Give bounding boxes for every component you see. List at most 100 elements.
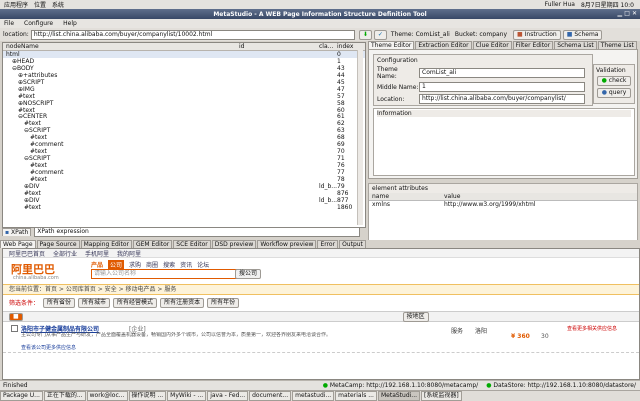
system-menu-places[interactable]: 位置: [34, 0, 46, 9]
toplink-all[interactable]: 全部行业: [53, 249, 77, 258]
tree-row[interactable]: ⊕NOSCRIPT 58: [3, 100, 365, 107]
tree-row[interactable]: #comment 77: [3, 169, 365, 176]
tab-clue-editor[interactable]: Clue Editor: [472, 41, 512, 49]
tree-row[interactable]: ⊕SCRIPT 45: [3, 79, 365, 86]
tree-row[interactable]: ⊕IMG 47: [3, 86, 365, 93]
company-result-item[interactable]: 洛阳市子健金属制品有限公司 [企业] 主公司专门从事产品生产与研发，产品全面覆盖…: [3, 322, 639, 353]
search-tab-forum[interactable]: 论坛: [197, 260, 209, 269]
tree-row[interactable]: ⊖CENTER 61: [3, 113, 365, 120]
site-search-button[interactable]: 搜公司: [235, 269, 262, 279]
system-clock[interactable]: 8月7日星期四 10:0: [581, 0, 634, 9]
tab-theme-editor[interactable]: Theme Editor: [368, 41, 415, 49]
close-icon[interactable]: ✕: [632, 10, 637, 17]
tab-output[interactable]: Output: [339, 240, 366, 248]
tree-row[interactable]: #text 57: [3, 93, 365, 100]
tab-extraction-editor[interactable]: Extraction Editor: [415, 41, 472, 49]
sort-select[interactable]: 按地区: [402, 311, 429, 322]
tab-schema-list[interactable]: Schema List: [554, 41, 597, 49]
right-ad-link[interactable]: 查看更多相关供应信息: [567, 325, 617, 332]
toplink-mobile[interactable]: 手机阿里: [85, 249, 109, 258]
search-tab-circle[interactable]: 商圈: [146, 260, 158, 269]
tab-gem-editor[interactable]: GEM Editor: [132, 240, 173, 248]
tree-row[interactable]: #text 876: [3, 190, 365, 197]
instruction-button[interactable]: ■ Instruction: [513, 29, 561, 40]
tree-row[interactable]: #text 60: [3, 107, 365, 114]
schema-button[interactable]: ■ Schema: [562, 29, 603, 40]
search-tab-news[interactable]: 资讯: [180, 260, 192, 269]
tree-node-label: #text: [30, 175, 47, 183]
tree-row[interactable]: ⊕HEAD 1: [3, 58, 365, 65]
tree-row[interactable]: #text 78: [3, 176, 365, 183]
filter-province[interactable]: 所有省份: [43, 297, 76, 308]
tab-mapping-editor[interactable]: Mapping Editor: [80, 240, 132, 248]
col-nodename-header[interactable]: nodeName: [6, 43, 39, 50]
tree-node-label: #text: [30, 162, 47, 169]
attr-col-name[interactable]: name: [369, 193, 444, 200]
tree-row[interactable]: ⊕DIV ld_b... 79: [3, 183, 365, 190]
tree-row[interactable]: ⊖SCRIPT 71: [3, 155, 365, 162]
search-tab-search[interactable]: 搜索: [163, 260, 175, 269]
search-tab-products[interactable]: 产品: [91, 260, 103, 269]
attr-col-value[interactable]: value: [444, 193, 460, 200]
location-field-input[interactable]: http://list.china.alibaba.com/buyer/comp…: [419, 94, 585, 104]
tree-row[interactable]: #comment 69: [3, 141, 365, 148]
tab-page-source[interactable]: Page Source: [36, 240, 80, 248]
menu-configure[interactable]: Configure: [24, 20, 53, 27]
refresh-icon[interactable]: ✓: [373, 29, 387, 40]
tree-scrollbar[interactable]: [357, 50, 363, 225]
tab-error[interactable]: Error: [317, 240, 339, 248]
tree-row[interactable]: ⊖BODY 43: [3, 65, 365, 72]
tab-web-page[interactable]: Web Page: [0, 240, 36, 248]
tab-theme-list[interactable]: Theme List: [597, 41, 637, 49]
tab-filter-editor[interactable]: Filter Editor: [512, 41, 554, 49]
check-button[interactable]: ● check: [597, 76, 631, 86]
tree-row[interactable]: #text 62: [3, 120, 365, 127]
filter-model[interactable]: 所有经营模式: [113, 297, 158, 308]
menu-help[interactable]: Help: [63, 20, 77, 27]
compare-button[interactable]: ■: [9, 312, 23, 321]
user-name[interactable]: Fuller Hua: [545, 1, 575, 8]
filter-city[interactable]: 所有城市: [78, 297, 111, 308]
system-menu-system[interactable]: 系统: [52, 0, 64, 9]
web-page-view[interactable]: 阿里巴巴首页 全部行业 手机阿里 我的阿里 阿里巴巴 china.alibaba…: [2, 248, 640, 380]
site-search-input[interactable]: 请输入公司名称: [91, 269, 237, 279]
search-tab-company[interactable]: 公司: [108, 260, 125, 269]
tree-node-label: HEAD: [17, 57, 35, 65]
toplink-home[interactable]: 阿里巴巴首页: [9, 249, 45, 258]
menu-file[interactable]: File: [4, 20, 14, 27]
search-tab-buy[interactable]: 求购: [129, 260, 141, 269]
tab-dsd-preview[interactable]: DSD preview: [211, 240, 257, 248]
maximize-icon[interactable]: □: [624, 10, 630, 17]
company-more-link[interactable]: 查看该公司更多供应信息: [21, 344, 76, 351]
tree-row[interactable]: #text 68: [3, 134, 365, 141]
col-id-header[interactable]: id: [239, 43, 244, 50]
tree-row[interactable]: ⊖SCRIPT 63: [3, 127, 365, 134]
dom-tree-table[interactable]: nodeName id cla... index html 0 ⊕HEAD 1 ⊖BOD…: [2, 42, 366, 228]
minimize-icon[interactable]: ▁: [617, 10, 622, 17]
attr-row[interactable]: xmlns http://www.w3.org/1999/xhtml: [369, 201, 637, 208]
location-url-input[interactable]: http://list.china.alibaba.com/buyer/comp…: [30, 29, 355, 40]
tab-sce-editor[interactable]: SCE Editor: [173, 240, 211, 248]
tree-row[interactable]: ⊕+attributes 44: [3, 72, 365, 79]
col-cla-header[interactable]: cla...: [319, 43, 333, 50]
filter-year[interactable]: 所有年份: [207, 297, 240, 308]
query-button[interactable]: ● query: [597, 88, 631, 98]
xpath-expression-input[interactable]: XPath expression: [34, 226, 361, 237]
tree-row[interactable]: #text 70: [3, 148, 365, 155]
filter-capital[interactable]: 所有注册资本: [160, 297, 205, 308]
col-index-header[interactable]: index: [337, 43, 353, 50]
schema-label: Schema: [574, 30, 599, 38]
tab-xpath[interactable]: ▪ XPath: [2, 227, 32, 236]
tree-row[interactable]: #text 76: [3, 162, 365, 169]
tree-row[interactable]: ⊕DIV ld_b... 877: [3, 197, 365, 204]
tree-row[interactable]: #text 1860: [3, 204, 365, 211]
toplink-my[interactable]: 我的阿里: [117, 249, 141, 258]
tree-row[interactable]: html 0: [3, 51, 365, 58]
system-menu-apps[interactable]: 应用程序: [4, 0, 28, 9]
company-checkbox[interactable]: [11, 325, 18, 332]
go-icon[interactable]: ⬇: [358, 29, 372, 40]
middle-name-input[interactable]: 1: [419, 82, 585, 92]
theme-name-input[interactable]: ComList_ali: [419, 68, 585, 78]
window-controls: ▁ □ ✕: [617, 10, 637, 17]
tab-workflow-preview[interactable]: Workflow preview: [257, 240, 317, 248]
